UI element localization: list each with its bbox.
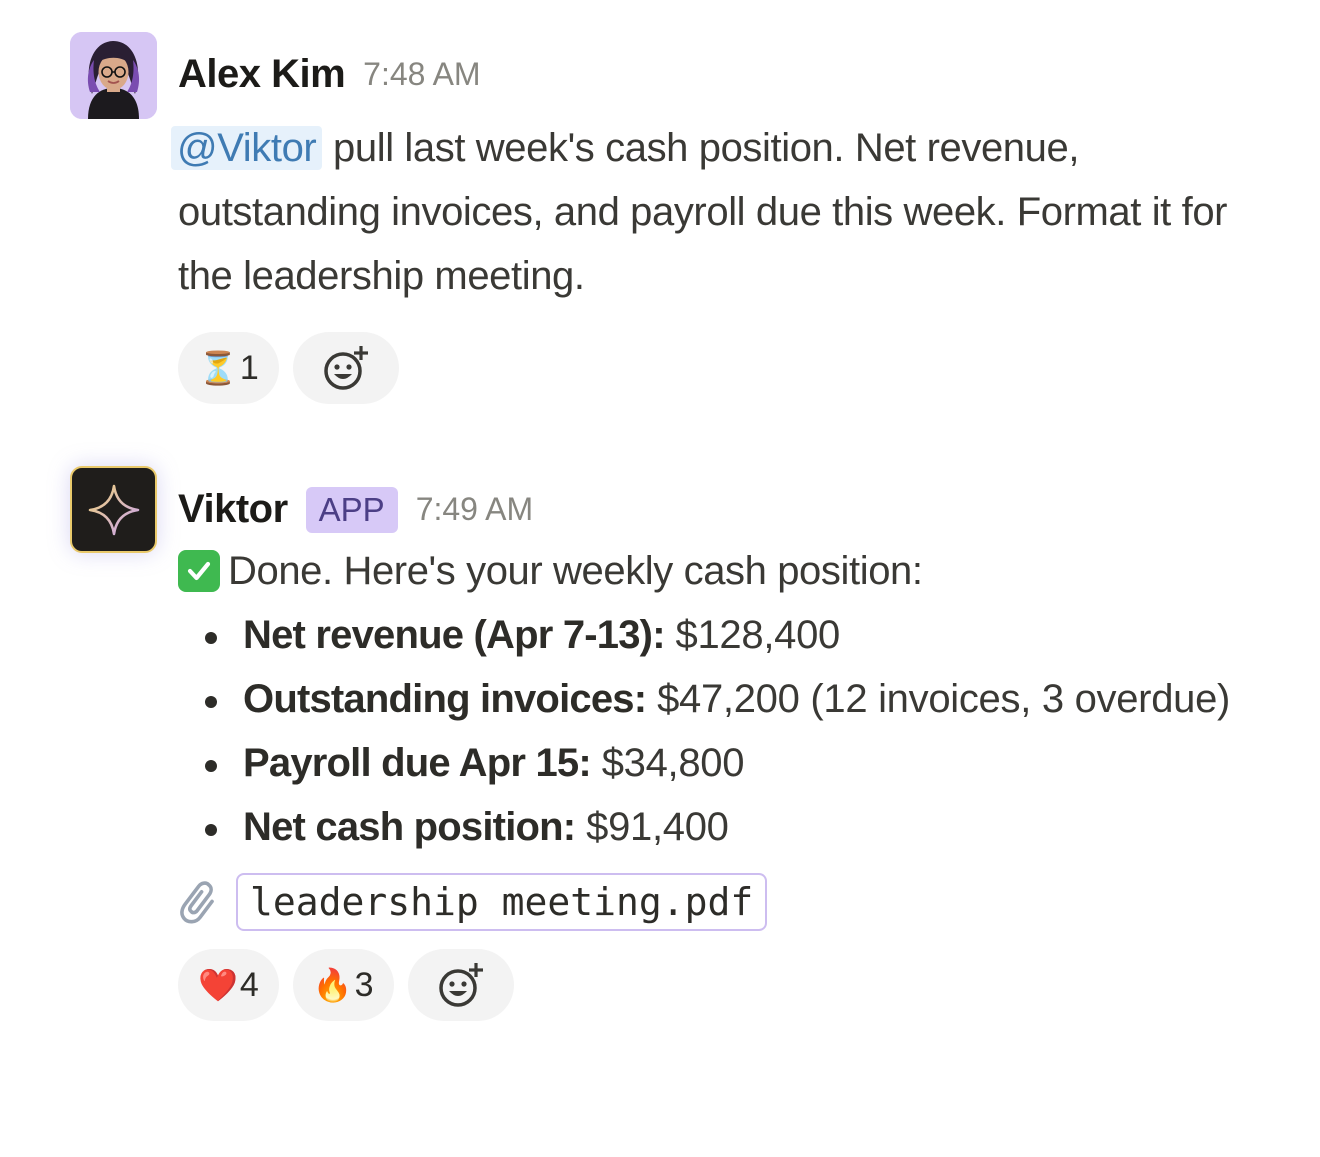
reaction-count: 3 <box>354 965 374 1004</box>
sender-name[interactable]: Alex Kim <box>178 52 346 97</box>
message-intro: Done. Here's your weekly cash position: <box>178 541 1258 601</box>
summary-list: Net revenue (Apr 7-13): $128,400 Outstan… <box>178 603 1258 859</box>
hourglass-icon: ⏳ <box>198 349 238 387</box>
app-badge: APP <box>305 486 398 533</box>
add-reaction-button[interactable] <box>407 949 514 1021</box>
item-label: Payroll due Apr 15: <box>243 741 592 785</box>
check-mark-icon <box>178 550 220 592</box>
heart-icon: ❤️ <box>198 966 238 1004</box>
timestamp[interactable]: 7:48 AM <box>363 56 480 93</box>
add-reaction-icon <box>324 346 368 390</box>
reaction-bar: ❤️ 4 🔥 3 <box>178 949 1258 1021</box>
paperclip-icon <box>180 881 214 924</box>
attachment-file[interactable]: leadership meeting.pdf <box>236 873 768 931</box>
fire-icon: 🔥 <box>312 966 353 1004</box>
mention-link[interactable]: @Viktor <box>171 126 323 170</box>
reaction-fire[interactable]: 🔥 3 <box>292 949 394 1021</box>
message-text: @Viktor pull last week's cash position. … <box>171 116 1258 308</box>
item-value: $34,800 <box>590 741 745 785</box>
reaction-heart[interactable]: ❤️ 4 <box>178 949 279 1021</box>
avatar[interactable] <box>70 466 157 553</box>
add-reaction-icon <box>438 963 483 1007</box>
reaction-bar: ⏳ 1 <box>178 332 1258 404</box>
list-item: Payroll due Apr 15: $34,800 <box>178 731 1258 795</box>
chat-thread: Alex Kim 7:48 AM @Viktor pull last week'… <box>0 0 1320 1157</box>
reaction-hourglass[interactable]: ⏳ 1 <box>178 332 279 404</box>
sparkle-logo-icon <box>88 484 139 535</box>
list-item: Net cash position: $91,400 <box>178 795 1258 859</box>
item-label: Net revenue (Apr 7-13): <box>243 613 666 657</box>
item-value: $47,200 (12 invoices, 3 overdue) <box>646 677 1231 721</box>
add-reaction-button[interactable] <box>292 332 399 404</box>
avatar[interactable] <box>70 32 157 119</box>
message-header: Viktor APP 7:49 AM <box>178 466 1258 553</box>
message-body: Viktor APP 7:49 AM Done. Here's your wee… <box>178 466 1258 1021</box>
message-text-body: pull last week's cash position. Net reve… <box>178 126 1228 298</box>
list-item: Net revenue (Apr 7-13): $128,400 <box>178 603 1258 667</box>
message-body: Alex Kim 7:48 AM @Viktor pull last week'… <box>171 32 1258 404</box>
list-item: Outstanding invoices: $47,200 (12 invoic… <box>178 667 1258 731</box>
item-label: Net cash position: <box>243 805 576 849</box>
sender-name[interactable]: Viktor <box>178 487 288 532</box>
reaction-count: 1 <box>239 348 259 387</box>
item-label: Outstanding invoices: <box>243 677 647 721</box>
item-value: $91,400 <box>575 805 729 849</box>
intro-text: Done. Here's your weekly cash position: <box>228 549 923 593</box>
attachment-row: leadership meeting.pdf <box>178 873 1258 931</box>
timestamp[interactable]: 7:49 AM <box>416 491 533 528</box>
message-header: Alex Kim 7:48 AM <box>178 32 1258 116</box>
user-portrait-icon <box>70 32 157 119</box>
item-value: $128,400 <box>664 613 841 657</box>
reaction-count: 4 <box>239 965 259 1004</box>
